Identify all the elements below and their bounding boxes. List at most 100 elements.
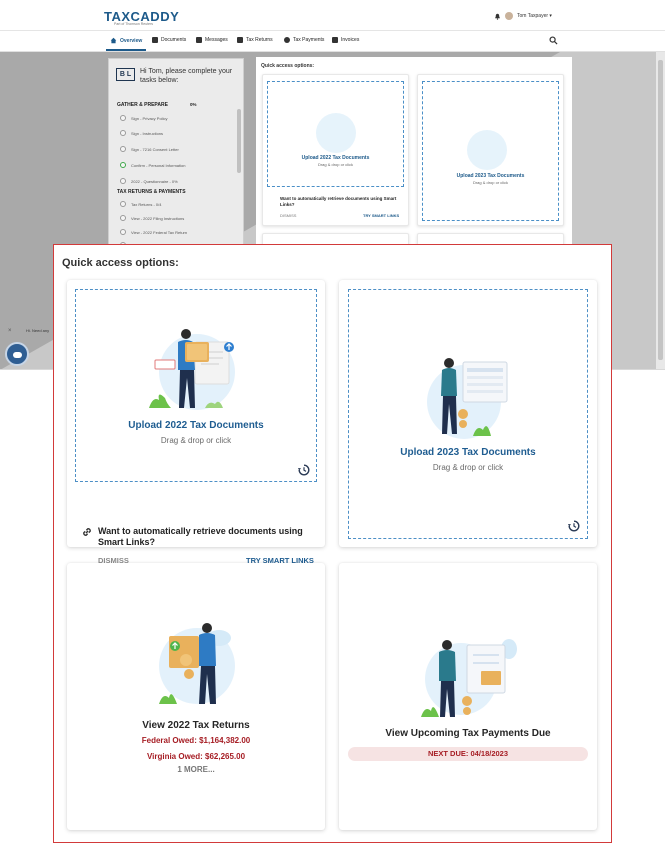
section-gather-prepare[interactable]: GATHER & PREPARE xyxy=(117,102,168,108)
task-status-icon xyxy=(120,130,126,136)
quick-access-title: Quick access options: xyxy=(261,63,315,69)
task-label: View - 2022 Federal Tax Return xyxy=(131,229,188,235)
logo-subtitle: Part of Thomson Reuters xyxy=(114,22,154,26)
tax-payments-card[interactable]: View Upcoming Tax Payments Due NEXT DUE:… xyxy=(339,563,597,830)
task-status-icon xyxy=(120,215,126,221)
upload-2022-subtitle: Drag & drop or click xyxy=(160,436,232,445)
quick-access-title: Quick access options: xyxy=(62,257,179,269)
virginia-owed: Virginia Owed: $62,265.00 xyxy=(146,752,246,761)
upload-2023-subtitle: Drag & drop or click xyxy=(432,463,504,472)
task-greeting: Hi Tom, please complete your tasks below… xyxy=(140,68,233,84)
nav-messages[interactable]: Messages xyxy=(196,37,228,43)
chat-launcher-button[interactable] xyxy=(5,342,29,366)
task-label: Tax Returns - 0/4 xyxy=(131,201,162,207)
history-icon[interactable] xyxy=(568,520,580,532)
next-due-badge: NEXT DUE: 04/18/2023 xyxy=(348,747,588,761)
try-smart-links-button[interactable]: TRY SMART LINKS xyxy=(363,213,399,218)
tax-payments-illustration xyxy=(421,639,517,717)
upload-2022-card[interactable]: Upload 2022 Tax Documents Drag & drop or… xyxy=(67,280,325,565)
nav-label: Tax Payments xyxy=(293,37,325,43)
quick-access-zoom: Quick access options: Upload 2022 Tax Do… xyxy=(53,244,612,843)
task-item[interactable]: 2022 - Questionnaire - 0% xyxy=(120,178,178,184)
nav-invoices[interactable]: Invoices xyxy=(332,37,359,43)
avatar[interactable] xyxy=(505,12,513,20)
task-item[interactable]: View - 2022 Filing Instructions xyxy=(120,215,184,221)
tax-payments-title: View Upcoming Tax Payments Due xyxy=(385,728,551,739)
upload-documents-illustration xyxy=(149,329,235,410)
task-item[interactable]: Tax Returns - 0/4 xyxy=(120,201,161,207)
tax-returns-title: View 2022 Tax Returns xyxy=(142,720,250,731)
task-label: 2022 - Questionnaire - 0% xyxy=(131,178,178,184)
bell-icon[interactable] xyxy=(494,13,501,20)
task-item[interactable]: Sign - 7216 Consent Letter xyxy=(120,146,179,152)
upload-2022-title: Upload 2022 Tax Documents xyxy=(301,155,370,161)
chat-prompt-text: Hi. Need any xyxy=(26,328,50,333)
nav-tax-returns[interactable]: Tax Returns xyxy=(237,37,273,43)
history-icon[interactable] xyxy=(298,464,310,476)
task-status-icon xyxy=(120,115,126,121)
nav-label: Invoices xyxy=(341,37,360,43)
task-item[interactable]: Sign - Privacy Policy xyxy=(120,115,167,121)
upload-2023-sub: Drag & drop or click xyxy=(472,180,509,185)
tax-returns-icon xyxy=(237,37,243,43)
nav-label: Tax Returns xyxy=(246,37,273,43)
nav-documents[interactable]: Documents xyxy=(152,37,186,43)
chat-close-button[interactable]: × xyxy=(8,328,12,334)
task-status-icon xyxy=(120,229,126,235)
nav-active-indicator xyxy=(106,49,146,51)
page-scrollbar-thumb[interactable] xyxy=(658,60,663,360)
task-scrollbar[interactable] xyxy=(237,109,241,173)
user-name[interactable]: Tom Taxpayer ▾ xyxy=(517,13,552,19)
tax-returns-card[interactable]: View 2022 Tax Returns Federal Owed: $1,1… xyxy=(67,563,325,830)
nav-overview[interactable]: Overview xyxy=(110,37,142,44)
user-menu[interactable]: Tom Taxpayer ▾ xyxy=(494,12,552,20)
task-panel: B L Hi Tom, please complete your tasks b… xyxy=(108,58,244,248)
dismiss-button[interactable]: DISMISS xyxy=(280,213,296,218)
federal-owed: Federal Owed: $1,164,382.00 xyxy=(141,736,251,745)
section-progress: 0% xyxy=(190,102,197,107)
nav-label: Documents xyxy=(161,37,187,43)
nav-label: Messages xyxy=(205,37,228,43)
task-label: View - 2022 Filing Instructions xyxy=(131,215,185,221)
messages-icon xyxy=(196,37,202,43)
tax-returns-illustration xyxy=(159,623,235,704)
home-icon xyxy=(110,37,117,44)
task-item[interactable]: Confirm - Personal Information xyxy=(120,162,185,168)
quick-access-panel-small: Quick access options: Upload 2022 Tax Do… xyxy=(256,57,572,253)
firm-badge: B L xyxy=(116,68,135,81)
invoices-icon xyxy=(332,37,338,43)
smart-links-prompt: Want to automatically retrieve documents… xyxy=(98,526,303,547)
upload-2023-title: Upload 2023 Tax Documents xyxy=(456,173,525,179)
app-header: TAXCADDY Part of Thomson Reuters Tom Tax… xyxy=(0,0,665,31)
documents-icon xyxy=(152,37,158,43)
upload-2022-card-small[interactable]: Upload 2022 Tax Documents Drag & drop or… xyxy=(262,74,409,226)
section-tax-returns-payments[interactable]: TAX RETURNS & PAYMENTS xyxy=(117,189,186,195)
smart-links-prompt: Want to automatically retrieve documents… xyxy=(280,196,397,207)
task-status-icon xyxy=(120,162,126,168)
task-item[interactable]: Sign - Instructions xyxy=(120,130,163,136)
upload-2023-card[interactable]: Upload 2023 Tax Documents Drag & drop or… xyxy=(339,280,597,547)
screenshot-stage: TAXCADDY Part of Thomson Reuters Tom Tax… xyxy=(0,0,665,854)
more-returns-link[interactable]: 1 MORE... xyxy=(67,765,325,774)
nav-label: Overview xyxy=(120,37,143,44)
task-label: Sign - 7216 Consent Letter xyxy=(131,146,179,152)
upload-illustration xyxy=(316,113,356,153)
main-nav: Overview Documents Messages Tax Returns … xyxy=(0,31,665,52)
task-status-icon xyxy=(120,201,126,207)
tax-payments-icon xyxy=(284,37,290,43)
upload-documents-illustration xyxy=(427,358,508,439)
task-label: Sign - Privacy Policy xyxy=(131,115,168,121)
upload-illustration xyxy=(467,130,507,170)
task-item[interactable]: View - 2022 Federal Tax Return xyxy=(120,229,187,235)
upload-2022-sub: Drag & drop or click xyxy=(317,162,354,167)
link-icon xyxy=(83,528,91,536)
upload-2022-title: Upload 2022 Tax Documents xyxy=(128,420,264,431)
task-status-icon xyxy=(120,146,126,152)
nav-tax-payments[interactable]: Tax Payments xyxy=(284,37,324,43)
search-icon[interactable] xyxy=(549,36,558,45)
chat-icon xyxy=(13,352,22,358)
upload-2023-title: Upload 2023 Tax Documents xyxy=(400,447,536,458)
task-status-icon xyxy=(120,178,126,184)
upload-2023-card-small[interactable]: Upload 2023 Tax Documents Drag & drop or… xyxy=(417,74,564,226)
task-label: Confirm - Personal Information xyxy=(131,162,186,168)
